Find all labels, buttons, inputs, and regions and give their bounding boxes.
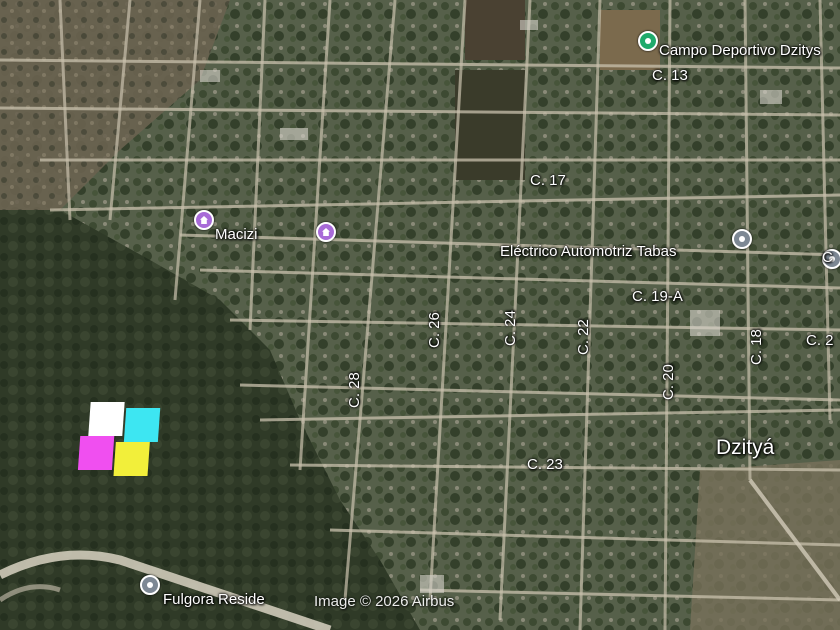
marker-cyan	[123, 408, 161, 442]
street-label-c19a: C. 19-A	[632, 288, 683, 305]
street-label-c22: C. 22	[575, 319, 592, 355]
place-label-electrico[interactable]: Eléctrico Automotriz Tabas	[500, 244, 676, 259]
street-label-c13: C. 13	[652, 67, 688, 84]
place-label-macizi[interactable]: Macizi	[215, 227, 258, 242]
street-label-c20: C. 20	[660, 364, 677, 400]
place-pin-icon[interactable]	[140, 575, 160, 595]
home-pin-icon[interactable]	[194, 210, 214, 230]
place-label-fulgora[interactable]: Fulgora Reside	[163, 592, 265, 607]
street-label-c18: C. 18	[748, 329, 765, 365]
marker-white	[88, 402, 125, 436]
street-label-c-edge: C	[822, 249, 833, 266]
home-pin-icon[interactable]	[316, 222, 336, 242]
satellite-map[interactable]: Campo Deportivo Dzitys Macizi Eléctrico …	[0, 0, 840, 630]
street-label-c28: C. 28	[346, 372, 363, 408]
place-pin-icon[interactable]	[732, 229, 752, 249]
street-label-c23: C. 23	[527, 456, 563, 473]
color-marker[interactable]	[77, 400, 167, 480]
park-pin-icon[interactable]	[638, 31, 658, 51]
street-label-c2-edge: C. 2	[806, 332, 834, 349]
town-label[interactable]: Dzityá	[716, 437, 774, 458]
street-label-c17: C. 17	[530, 172, 566, 189]
imagery-attribution: Image © 2026 Airbus	[314, 593, 455, 610]
satellite-imagery	[0, 0, 840, 630]
street-label-c24: C. 24	[502, 310, 519, 346]
marker-yellow	[113, 442, 150, 476]
marker-magenta	[77, 436, 115, 470]
street-label-c26: C. 26	[426, 312, 443, 348]
place-label-campo[interactable]: Campo Deportivo Dzitys	[659, 43, 821, 58]
